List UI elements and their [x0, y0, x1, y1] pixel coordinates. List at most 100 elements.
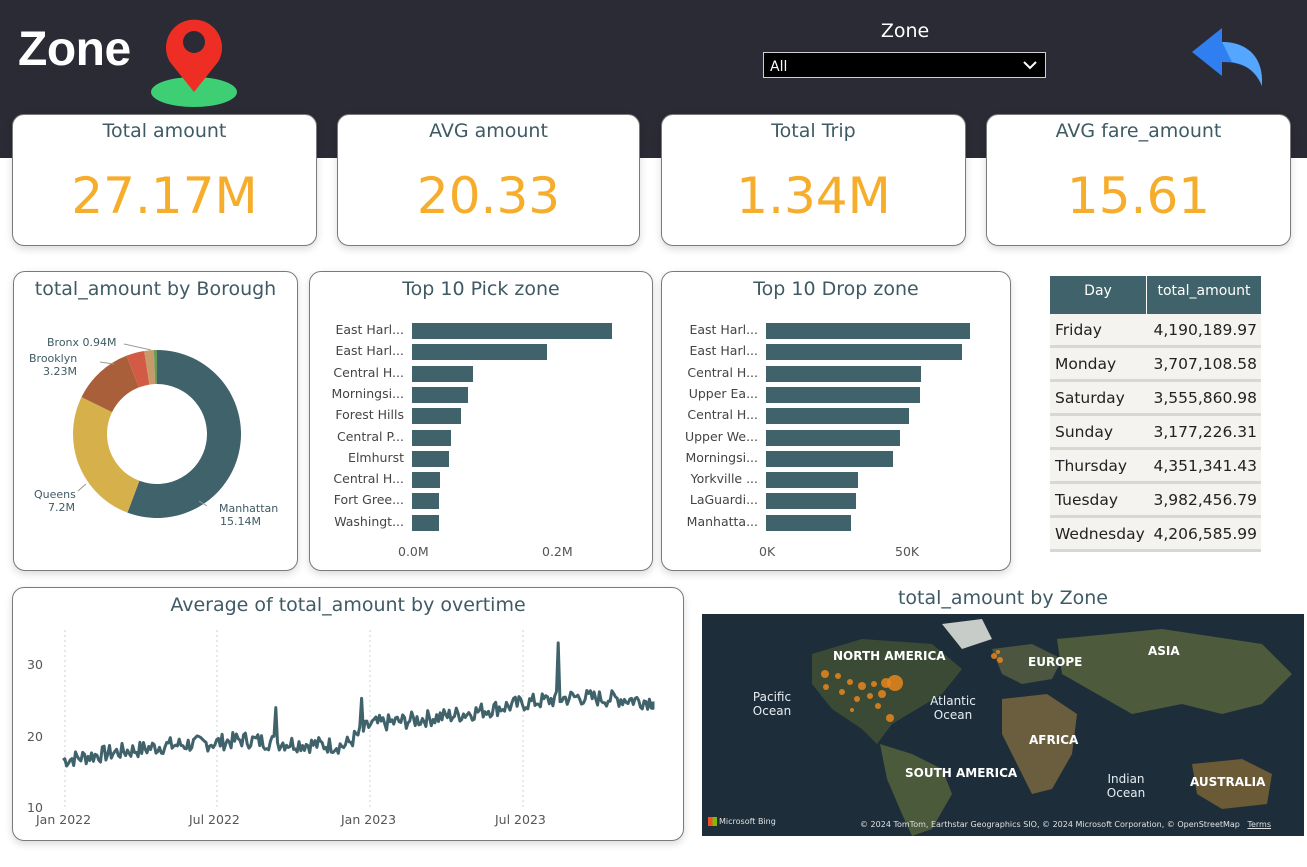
bar-label: Central H...: [333, 364, 404, 380]
legend-bronx: Bronx 0.94M: [47, 336, 117, 349]
kpi-card-avg-amount: AVG amount 20.33: [337, 114, 640, 246]
x-tick: 50K: [895, 544, 920, 559]
legend-brooklyn: Brooklyn: [29, 352, 78, 365]
back-arrow-icon[interactable]: [1188, 24, 1268, 90]
column-header-total-amount[interactable]: total_amount: [1147, 276, 1261, 314]
map-title: total_amount by Zone: [897, 587, 1108, 609]
kpi-card-avg-fare: AVG fare_amount 15.61: [986, 114, 1291, 246]
map-terms-link[interactable]: Terms: [1247, 820, 1271, 829]
legend-manhattan-value: 15.14M: [220, 515, 261, 528]
bar-label: East Harl...: [335, 343, 404, 359]
x-tick: 0K: [759, 544, 776, 559]
cell-amount: 3,177,226.31: [1153, 423, 1257, 441]
bar-label: Central H...: [687, 364, 758, 380]
kpi-card-total-trip: Total Trip 1.34M: [661, 114, 966, 246]
map-credit-left: Microsoft Bing: [719, 817, 776, 826]
y-tick: 20: [27, 729, 43, 744]
bar[interactable]: [412, 344, 548, 361]
overtime-line-card: Average of total_amount by overtime 30 2…: [12, 587, 684, 841]
kpi-title: AVG fare_amount: [1055, 120, 1222, 142]
bar[interactable]: [766, 514, 852, 531]
table-row: Friday 4,190,189.97: [1050, 314, 1261, 348]
bar[interactable]: [766, 472, 859, 489]
kpi-card-total-amount: Total amount 27.17M: [12, 114, 317, 246]
zone-filter-dropdown[interactable]: All: [763, 52, 1046, 78]
bar[interactable]: [412, 386, 469, 403]
bar-label: Fort Gree...: [333, 492, 404, 508]
zone-map[interactable]: NORTH AMERICA EUROPE ASIA AFRICA SOUTH A…: [702, 614, 1304, 836]
legend-manhattan: Manhattan: [219, 502, 279, 515]
cell-amount: 4,351,341.43: [1153, 457, 1257, 475]
x-tick: 0.2M: [542, 544, 573, 559]
table-row: Saturday 3,555,860.98: [1050, 382, 1261, 416]
kpi-value: 1.34M: [736, 167, 891, 225]
bar-label: Yorkville ...: [690, 471, 758, 487]
kpi-title: AVG amount: [429, 120, 548, 142]
y-tick: 30: [27, 657, 43, 672]
legend-queens-value: 7.2M: [48, 501, 75, 514]
kpi-value: 20.33: [416, 167, 561, 225]
x-tick: Jul 2023: [495, 812, 546, 827]
cell-day: Sunday: [1055, 423, 1113, 441]
viz-title: Top 10 Pick zone: [402, 278, 560, 300]
bar[interactable]: [766, 429, 901, 446]
cell-day: Wednesday: [1055, 525, 1145, 543]
map-pin-icon: [151, 19, 237, 107]
table-row: Monday 3,707,108.58: [1050, 348, 1261, 382]
microsoft-logo-icon: [708, 817, 717, 826]
column-header-day[interactable]: Day: [1050, 276, 1146, 314]
cell-amount: 3,555,860.98: [1153, 389, 1257, 407]
zone-filter-value: All: [770, 59, 788, 75]
viz-title: Top 10 Drop zone: [753, 278, 919, 300]
leader-line: [123, 343, 152, 351]
bar[interactable]: [766, 344, 962, 361]
bar-label: Central H...: [687, 407, 758, 423]
cell-amount: 3,982,456.79: [1153, 491, 1257, 509]
bar-label: East Harl...: [689, 322, 758, 337]
kpi-value: 27.17M: [71, 167, 258, 225]
cell-amount: 3,707,108.58: [1153, 355, 1257, 373]
bar[interactable]: [412, 472, 441, 489]
chevron-down-icon: [1023, 61, 1037, 70]
bar-label: Morningsi...: [331, 385, 404, 401]
cell-day: Monday: [1055, 355, 1117, 373]
cell-amount: 4,206,585.99: [1153, 525, 1257, 543]
x-tick: Jan 2023: [341, 812, 397, 827]
bar-label: Upper Ea...: [688, 385, 758, 401]
bar[interactable]: [412, 493, 440, 510]
bar-label: Central H...: [333, 471, 404, 487]
bar[interactable]: [412, 408, 462, 425]
top-drop-zone-card: Top 10 Drop zone 0K 50K East Harl... East…: [661, 271, 1011, 571]
map-credit-right: © 2024 TomTom, Earthstar Geographics SIO…: [860, 820, 1271, 829]
kpi-title: Total Trip: [771, 120, 856, 142]
map-bubbles: [821, 650, 1003, 722]
cell-day: Friday: [1055, 321, 1102, 339]
bar[interactable]: [412, 450, 449, 467]
bar[interactable]: [766, 365, 922, 382]
cell-amount: 4,190,189.97: [1153, 321, 1257, 339]
series-line[interactable]: [62, 641, 655, 768]
donut-slice-queens[interactable]: [73, 397, 140, 513]
bar[interactable]: [766, 450, 894, 467]
bar[interactable]: [412, 365, 474, 382]
x-tick: Jan 2022: [36, 812, 92, 827]
bar[interactable]: [766, 493, 856, 510]
bar[interactable]: [412, 323, 613, 339]
cell-day: Tuesday: [1055, 491, 1119, 509]
bar[interactable]: [412, 514, 440, 531]
bar[interactable]: [766, 386, 920, 403]
bar[interactable]: [412, 429, 451, 446]
bar-label: Manhatta...: [686, 513, 758, 529]
zone-filter-label: Zone: [880, 20, 930, 42]
bar[interactable]: [766, 408, 909, 425]
map-credit-copyright: © 2024 TomTom, Earthstar Geographics SIO…: [860, 820, 1240, 829]
bar-label: East Harl...: [689, 343, 758, 359]
legend-queens: Queens: [34, 488, 76, 501]
kpi-value: 15.61: [1066, 167, 1211, 225]
leader-line: [99, 361, 115, 365]
x-tick: 0.0M: [398, 544, 429, 559]
map-credit-bing: Microsoft Bing: [708, 817, 776, 826]
bar[interactable]: [766, 323, 971, 339]
cell-day: Thursday: [1055, 457, 1128, 475]
top-pick-zone-card: Top 10 Pick zone 0.0M 0.2M East Harl... E…: [309, 271, 653, 571]
